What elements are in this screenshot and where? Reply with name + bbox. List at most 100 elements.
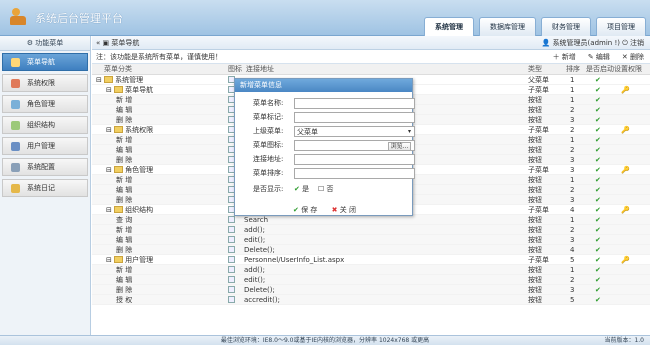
menu-sort-input[interactable] [294, 168, 415, 179]
key-icon[interactable]: 🔑 [621, 85, 630, 95]
page-icon [228, 226, 235, 233]
add-button[interactable]: ＋ 新增 [553, 50, 576, 64]
sort-cell: 3 [570, 236, 575, 244]
parent-menu-select[interactable]: 父菜单 [294, 126, 415, 137]
sidebar-item-permissions[interactable]: 系统权限 [2, 74, 88, 92]
table-row[interactable]: 新 增 add(); 按钮 1 ✔ [92, 265, 650, 275]
enabled-check-icon: ✔ [595, 226, 601, 234]
menu-name-cell: ⊟ 系统管理 [96, 76, 144, 84]
delete-button[interactable]: ✕ 删除 [622, 50, 644, 64]
enabled-check-icon: ✔ [595, 186, 601, 194]
power-icon: ⏻ [622, 39, 630, 47]
sidebar-item-logs[interactable]: 系统日记 [2, 179, 88, 197]
enabled-check-icon: ✔ [595, 106, 601, 114]
type-cell: 按钮 [528, 216, 542, 224]
save-button[interactable]: ✔ 保 存 [293, 205, 317, 215]
table-row[interactable]: 新 增 add(); 按钮 2 ✔ [92, 225, 650, 235]
folder-icon [114, 86, 124, 93]
page-icon [228, 216, 235, 223]
save-icon: ✔ [293, 206, 299, 214]
field-parent-menu: 上级菜单: 父菜单 [241, 125, 415, 137]
sidebar-item-users[interactable]: 用户管理 [2, 137, 88, 155]
enabled-check-icon: ✔ [595, 276, 601, 284]
enabled-check-icon: ✔ [595, 266, 601, 274]
type-cell: 子菜单 [528, 166, 549, 174]
url-cell: Delete(); [228, 245, 275, 255]
sort-cell: 3 [570, 286, 575, 294]
sort-cell: 5 [570, 296, 575, 304]
sort-cell: 1 [570, 96, 575, 104]
table-row[interactable]: 删 除 Delete(); 按钮 4 ✔ [92, 245, 650, 255]
sort-cell: 5 [570, 256, 575, 264]
type-cell: 按钮 [528, 176, 542, 184]
menu-name-cell: ⊟ 用户管理 [106, 256, 154, 264]
sort-cell: 3 [570, 196, 575, 204]
tab-finance[interactable]: 财务管理 [541, 17, 591, 36]
type-cell: 按钮 [528, 96, 542, 104]
tab-database[interactable]: 数据库管理 [479, 17, 536, 36]
menu-icon-input[interactable]: 浏览... [294, 140, 415, 151]
table-row[interactable]: 编 辑 edit(); 按钮 2 ✔ [92, 275, 650, 285]
type-cell: 子菜单 [528, 206, 549, 214]
enabled-check-icon: ✔ [595, 126, 601, 134]
key-icon[interactable]: 🔑 [621, 255, 630, 265]
warning-icon [11, 184, 20, 193]
user-icon [11, 142, 20, 151]
link-url-input[interactable] [294, 154, 415, 165]
sidebar-item-organization[interactable]: 组织结构 [2, 116, 88, 134]
table-row[interactable]: 查 询 Search 按钮 1 ✔ [92, 215, 650, 225]
field-menu-sort: 菜单排序: [241, 167, 415, 179]
sort-cell: 3 [570, 116, 575, 124]
table-row[interactable]: 删 除 Delete(); 按钮 3 ✔ [92, 285, 650, 295]
key-icon[interactable]: 🔑 [621, 165, 630, 175]
edit-button[interactable]: ✎ 编辑 [588, 50, 610, 64]
menu-name-cell: ⊟ 组织结构 [106, 206, 154, 214]
tab-project[interactable]: 项目管理 [596, 17, 646, 36]
app-logo-icon [10, 8, 28, 26]
type-cell: 按钮 [528, 276, 542, 284]
menu-name-cell: 新 增 [116, 136, 133, 144]
url-cell: edit(); [228, 275, 265, 285]
sidebar-item-menu-nav[interactable]: 菜单导航 [2, 53, 88, 71]
notice-bar: 注：该功能是系统所有菜单，谨慎使用！ ＋ 新增 ✎ 编辑 ✕ 删除 [92, 50, 650, 64]
close-button[interactable]: ✖ 关 闭 [332, 205, 356, 215]
sidebar-item-roles[interactable]: 角色管理 [2, 95, 88, 113]
table-header: 菜单分类 图标 连接地址 类型 排序 是否启动 设置权限 [92, 64, 650, 75]
enabled-check-icon: ✔ [595, 166, 601, 174]
table-row[interactable]: 编 辑 edit(); 按钮 3 ✔ [92, 235, 650, 245]
page-icon [228, 286, 235, 293]
status-footer: 最佳浏览环境：IE8.0～9.0或基于IE内核的浏览器，分辨率 1024x768… [0, 335, 650, 345]
table-row[interactable]: ⊟ 用户管理 Personnel/UserInfo_List.aspx 子菜单 5 ✔ 🔑 [92, 255, 650, 265]
page-icon [228, 266, 235, 273]
page-icon [228, 246, 235, 253]
type-cell: 按钮 [528, 146, 542, 154]
menu-name-input[interactable] [294, 98, 415, 109]
key-icon[interactable]: 🔑 [621, 125, 630, 135]
logout-link[interactable]: 注销 [630, 39, 644, 47]
menu-name-cell: ⊟ 系统权限 [106, 126, 154, 134]
key-icon[interactable]: 🔑 [621, 205, 630, 215]
expand-toggle-icon: ⊟ [96, 76, 105, 84]
org-icon [11, 121, 20, 130]
display-no-checkbox[interactable]: ☐ 否 [318, 185, 334, 193]
sort-cell: 1 [570, 136, 575, 144]
menu-name-cell: 编 辑 [116, 276, 133, 284]
type-cell: 按钮 [528, 296, 542, 304]
menu-name-cell: 新 增 [116, 266, 133, 274]
tab-system[interactable]: 系统管理 [424, 17, 474, 36]
sidebar-header: ⚙ 功能菜单 [0, 36, 90, 51]
enabled-check-icon: ✔ [595, 216, 601, 224]
display-yes-checkbox[interactable]: ✔ 是 [294, 185, 309, 193]
browse-button[interactable]: 浏览... [388, 142, 411, 151]
dialog-title: 新增菜单信息 [235, 79, 412, 92]
type-cell: 按钮 [528, 196, 542, 204]
sidebar-item-config[interactable]: 系统配置 [2, 158, 88, 176]
menu-name-cell: 编 辑 [116, 236, 133, 244]
sort-cell: 1 [570, 176, 575, 184]
table-row[interactable]: 授 权 accredit(); 按钮 5 ✔ [92, 295, 650, 305]
sort-cell: 3 [570, 156, 575, 164]
field-display: 是否显示: ✔ 是 ☐ 否 [253, 185, 334, 193]
enabled-check-icon: ✔ [595, 286, 601, 294]
user-info: 👤 系统管理员(admin !) ⏻ 注销 [541, 39, 644, 47]
menu-mark-input[interactable] [294, 112, 415, 123]
